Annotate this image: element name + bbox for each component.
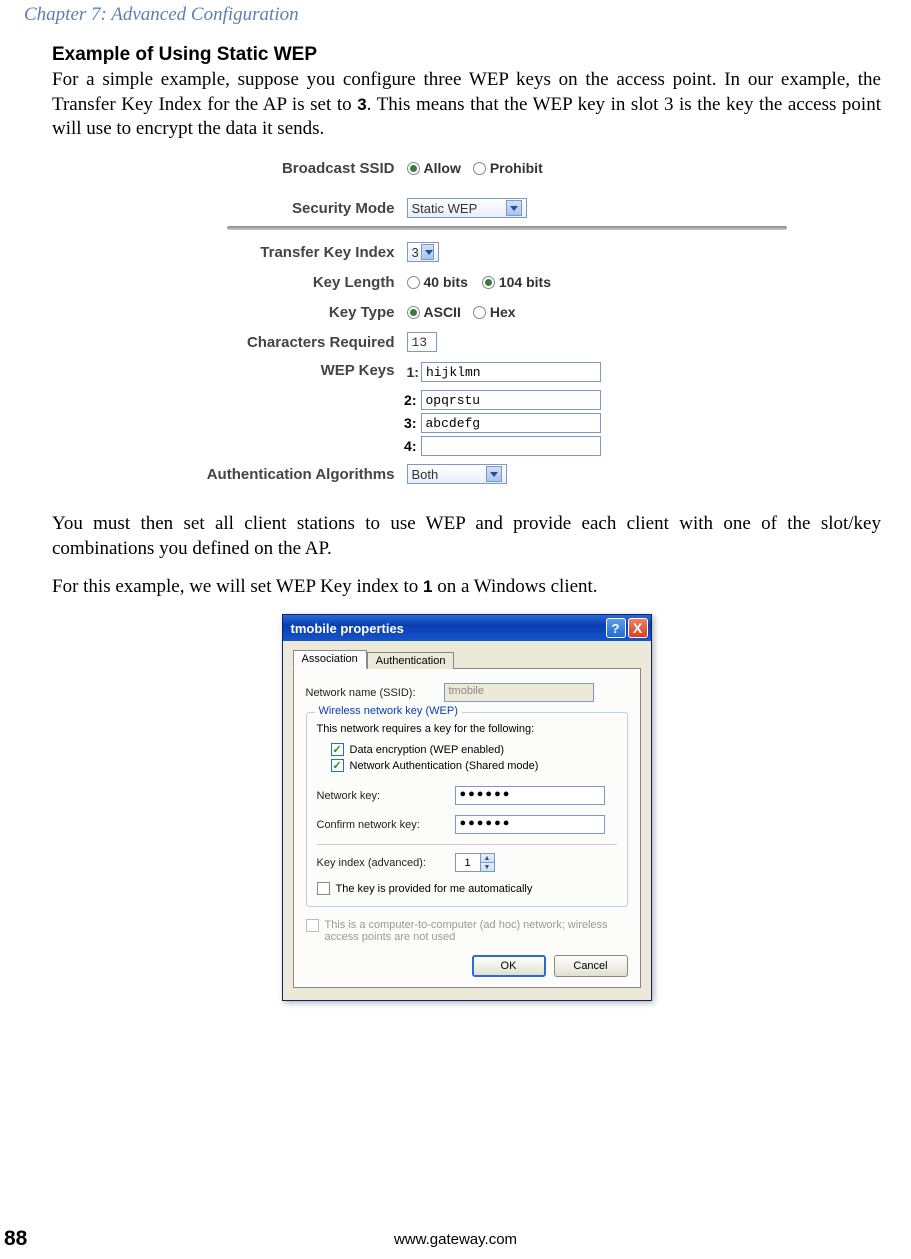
security-mode-label: Security Mode	[147, 200, 407, 217]
chevron-down-icon	[486, 466, 502, 482]
network-auth-label: Network Authentication (Shared mode)	[350, 760, 539, 772]
adhoc-checkbox	[306, 919, 319, 932]
chevron-down-icon	[421, 244, 434, 260]
section-subheading: Example of Using Static WEP	[52, 44, 881, 66]
adhoc-label: This is a computer-to-computer (ad hoc) …	[325, 919, 615, 943]
figure-ap-config: Broadcast SSID Allow Prohibit Security M…	[147, 156, 787, 486]
para1-bold: 3	[357, 95, 366, 114]
wep-key-2-input[interactable]: opqrstu	[421, 390, 601, 410]
wep-key-2-num: 2:	[147, 392, 421, 408]
para3-b: on a Windows client.	[432, 576, 597, 597]
para3-a: For this example, we will set WEP Key in…	[52, 576, 423, 597]
key-type-ascii-label: ASCII	[424, 304, 461, 320]
allow-radio[interactable]	[407, 162, 420, 175]
key-length-label: Key Length	[147, 274, 407, 291]
network-key-label: Network key:	[317, 790, 447, 802]
paragraph-2: You must then set all client stations to…	[52, 512, 881, 561]
confirm-key-input[interactable]: ●●●●●●	[455, 815, 605, 834]
tab-association[interactable]: Association	[293, 650, 367, 669]
wep-key-4-num: 4:	[147, 438, 421, 454]
wep-keys-label: WEP Keys	[147, 360, 407, 379]
footer-url: www.gateway.com	[394, 1231, 517, 1248]
wep-fieldset: Wireless network key (WEP) This network …	[306, 712, 628, 907]
auth-algorithms-label: Authentication Algorithms	[147, 466, 407, 483]
key-index-spinner[interactable]: 1 ▲ ▼	[455, 853, 495, 872]
help-button[interactable]: ?	[606, 618, 626, 638]
key-length-40-label: 40 bits	[424, 274, 468, 290]
spinner-up-icon[interactable]: ▲	[480, 854, 494, 863]
wep-key-3-input[interactable]: abcdefg	[421, 413, 601, 433]
key-index-value: 1	[456, 854, 480, 871]
network-auth-checkbox[interactable]: ✓	[331, 759, 344, 772]
key-type-label: Key Type	[147, 304, 407, 321]
allow-label: Allow	[424, 160, 461, 176]
auth-algorithms-select[interactable]: Both	[407, 464, 507, 484]
key-type-hex-label: Hex	[490, 304, 516, 320]
chevron-down-icon	[506, 200, 522, 216]
data-encryption-label: Data encryption (WEP enabled)	[350, 744, 505, 756]
wep-desc-text: This network requires a key for the foll…	[317, 723, 617, 735]
wep-fieldset-legend: Wireless network key (WEP)	[315, 705, 462, 717]
key-length-40-radio[interactable]	[407, 276, 420, 289]
tab-authentication[interactable]: Authentication	[367, 652, 455, 669]
ok-button[interactable]: OK	[472, 955, 546, 977]
auth-algorithms-value: Both	[412, 467, 439, 482]
transfer-key-index-label: Transfer Key Index	[147, 244, 407, 261]
key-length-104-label: 104 bits	[499, 274, 551, 290]
transfer-key-index-value: 3	[412, 245, 419, 260]
paragraph-1: For a simple example, suppose you config…	[52, 68, 881, 142]
auto-key-label: The key is provided for me automatically	[336, 883, 533, 895]
key-length-104-radio[interactable]	[482, 276, 495, 289]
tab-strip: Association Authentication	[293, 649, 641, 668]
prohibit-radio[interactable]	[473, 162, 486, 175]
prohibit-label: Prohibit	[490, 160, 543, 176]
data-encryption-checkbox[interactable]: ✓	[331, 743, 344, 756]
auto-key-checkbox[interactable]	[317, 882, 330, 895]
security-mode-value: Static WEP	[412, 201, 478, 216]
ssid-input: tmobile	[444, 683, 594, 702]
page-number: 88	[4, 1227, 27, 1251]
confirm-key-label: Confirm network key:	[317, 819, 447, 831]
page-footer: 88 www.gateway.com	[0, 1227, 911, 1251]
dialog-titlebar: tmobile properties ? X	[283, 615, 651, 641]
key-type-ascii-radio[interactable]	[407, 306, 420, 319]
separator-line	[227, 226, 787, 230]
wep-key-3-num: 3:	[147, 415, 421, 431]
spinner-down-icon[interactable]: ▼	[480, 863, 494, 871]
cancel-button[interactable]: Cancel	[554, 955, 628, 977]
tab-panel-association: Network name (SSID): tmobile Wireless ne…	[293, 668, 641, 988]
key-index-label: Key index (advanced):	[317, 857, 447, 869]
close-button[interactable]: X	[628, 618, 648, 638]
paragraph-3: For this example, we will set WEP Key in…	[52, 575, 881, 600]
chars-required-label: Characters Required	[147, 334, 407, 351]
network-key-input[interactable]: ●●●●●●	[455, 786, 605, 805]
broadcast-ssid-label: Broadcast SSID	[147, 160, 407, 177]
chars-required-input[interactable]: 13	[407, 332, 437, 352]
wep-key-1-input[interactable]: hijklmn	[421, 362, 601, 382]
wep-key-1-num: 1:	[407, 364, 419, 380]
dialog-title: tmobile properties	[291, 621, 404, 636]
chapter-header: Chapter 7: Advanced Configuration	[24, 4, 887, 26]
security-mode-select[interactable]: Static WEP	[407, 198, 527, 218]
figure-windows-dialog: tmobile properties ? X Association Authe…	[282, 614, 652, 1001]
ssid-label: Network name (SSID):	[306, 687, 436, 699]
transfer-key-index-select[interactable]: 3	[407, 242, 439, 262]
key-type-hex-radio[interactable]	[473, 306, 486, 319]
wep-key-4-input[interactable]	[421, 436, 601, 456]
